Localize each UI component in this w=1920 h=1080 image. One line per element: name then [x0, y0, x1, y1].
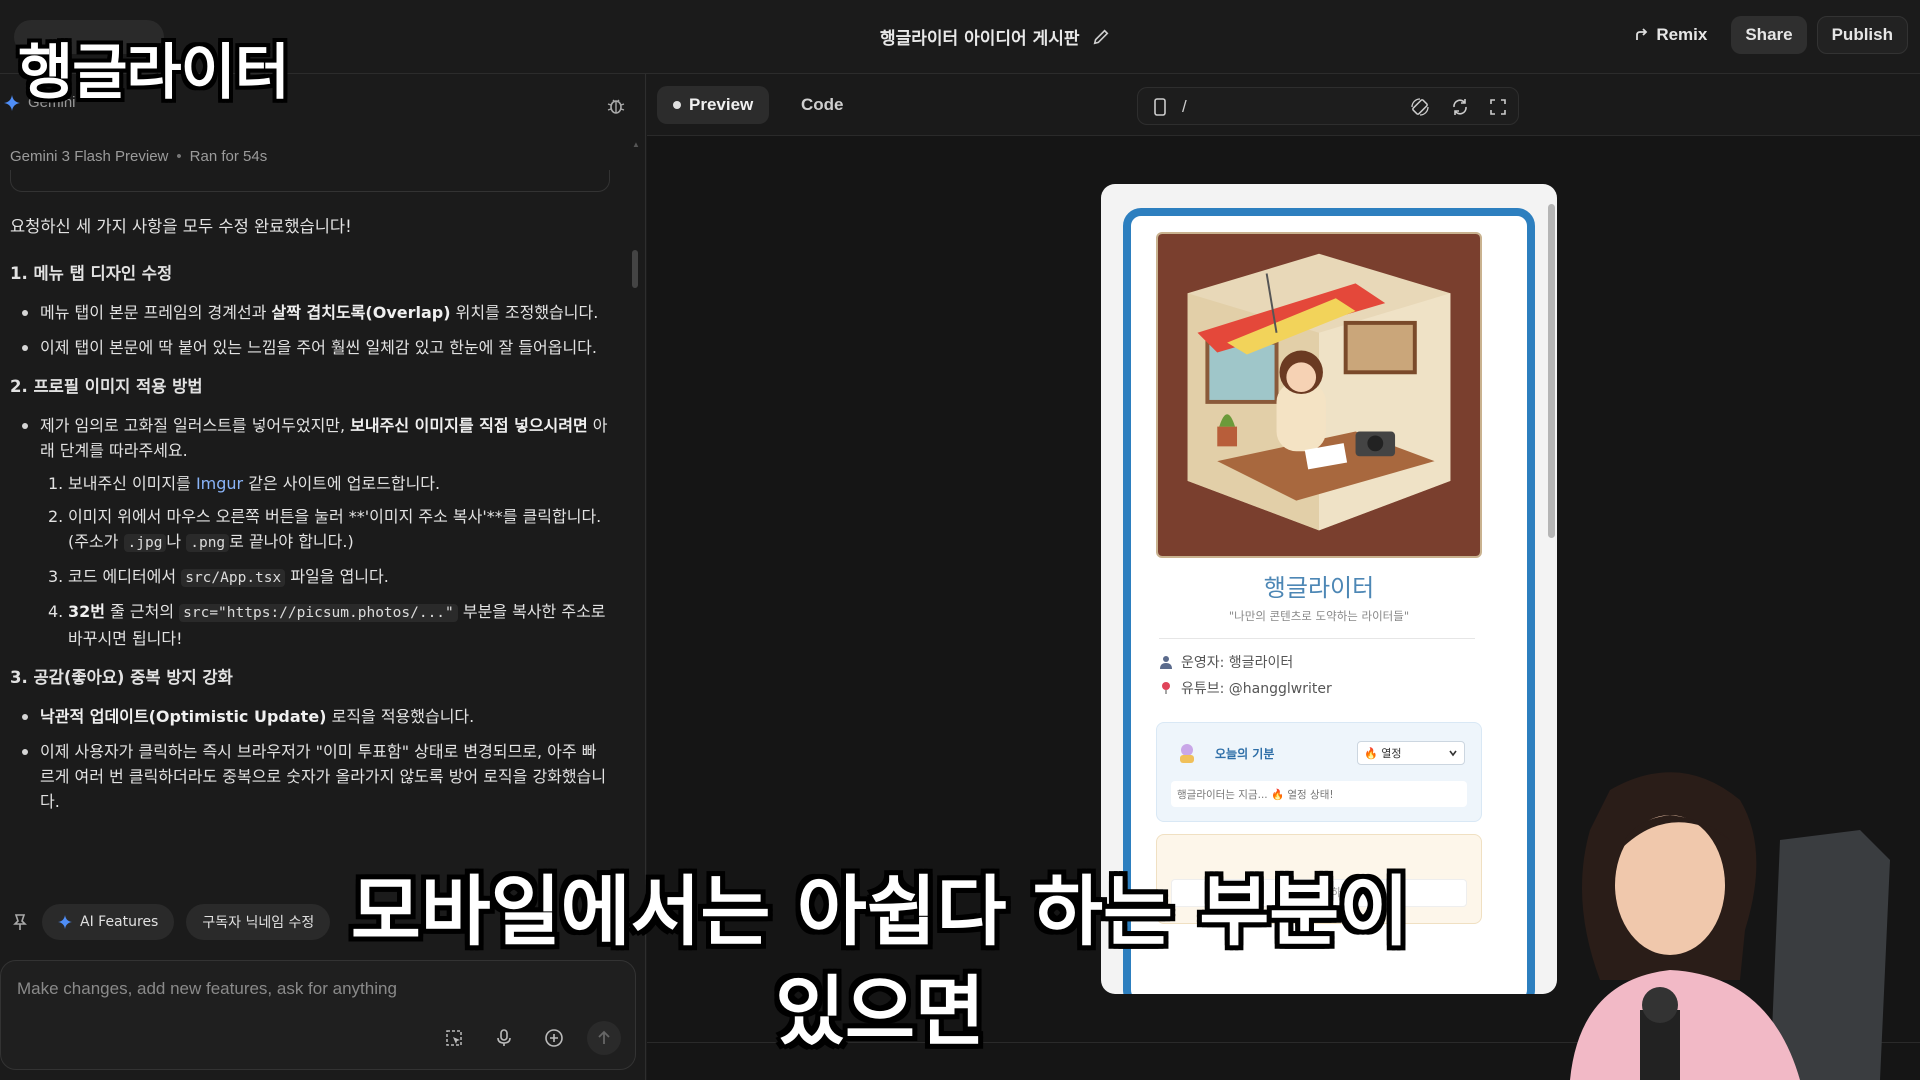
url-bar[interactable]: / [1137, 87, 1519, 125]
text: 보내주신 이미지를 [68, 474, 196, 493]
app-root: 행글라이터 아이디어 게시판 Remix Share Publish Gemin… [0, 0, 1920, 1080]
app-title: 행글라이터 [1263, 574, 1375, 602]
text: 파일을 엽니다. [285, 567, 389, 586]
steps-list: 1. 보내주신 이미지를 Imgur 같은 사이트에 업로드합니다. 2. 이미지 … [10, 471, 610, 651]
text: 위치를 조정했습니다. [450, 303, 599, 322]
model-name: Gemini 3 Flash Preview [10, 148, 169, 165]
thinking-person-icon [1180, 744, 1194, 763]
chevron-down-icon [1449, 750, 1457, 757]
message-intro: 요청하신 세 가지 사항을 모두 수정 완료했습니다! [10, 217, 352, 236]
step-number: 3. [48, 567, 64, 586]
video-title-caption: 행글라이터 [18, 38, 290, 108]
step-number: 1. [48, 474, 64, 493]
title-group: 행글라이터 아이디어 게시판 [880, 24, 1110, 49]
remix-button[interactable]: Remix [1620, 16, 1721, 54]
inline-code: src/App.tsx [181, 569, 286, 587]
section-heading-2: 2. 프로필 이미지 적용 방법 [10, 377, 203, 396]
text: 로직을 적용했습니다. [326, 707, 475, 726]
bold-text: 32번 [68, 602, 105, 621]
step-item: 4. 32번 줄 근처의 src="https://picsum.photos/.… [48, 599, 610, 651]
text: 메뉴 탭이 본문 프레임의 경계선과 [40, 303, 272, 322]
run-meta: Gemini 3 Flash Preview • Ran for 54s [10, 148, 267, 165]
page-title[interactable]: 행글라이터 아이디어 게시판 [880, 24, 1080, 49]
tab-preview[interactable]: Preview [657, 86, 770, 124]
bold-text: 살짝 겹치도록(Overlap) [271, 303, 451, 322]
inline-code: .png [186, 534, 230, 552]
step-number: 4. [48, 602, 64, 621]
operator-text: 운영자: 행글라이터 [1181, 655, 1294, 671]
step-item: 2. 이미지 위에서 마우스 오른쪽 버튼을 눌러 **'이미지 주소 복사'**… [48, 504, 610, 556]
profile-illustration [1156, 232, 1482, 558]
tab-preview-label: Preview [689, 95, 754, 114]
inline-code: src="https://picsum.photos/..." [179, 604, 458, 622]
chat-scrollbar[interactable] [632, 250, 638, 288]
url-path[interactable]: / [1182, 97, 1187, 117]
phone-scrollbar[interactable] [1548, 204, 1555, 538]
mood-status: 행글라이터는 지금... 🔥 열정 상태! [1171, 781, 1467, 807]
text: 코드 에디터에서 [68, 567, 182, 586]
list-item: 제가 임의로 고화질 일러스트를 넣어두었지만, 보내주신 이미지를 직접 넣으… [10, 413, 610, 463]
divider [1159, 638, 1475, 639]
run-duration: Ran for 54s [189, 148, 268, 165]
imgur-link[interactable]: Imgur [196, 474, 243, 493]
app-tagline: "나만의 콘텐츠로 도약하는 라이터들" [1228, 609, 1410, 623]
bug-icon[interactable] [606, 96, 626, 116]
section-1-list: 메뉴 탭이 본문 프레임의 경계선과 살짝 겹치도록(Overlap) 위치를 … [10, 300, 610, 360]
subtitle-line-2: 있으면 [775, 967, 985, 1056]
remix-label: Remix [1656, 25, 1708, 44]
mood-card: 오늘의 기분 🔥 열정 행글라이터는 지금... 🔥 열정 상태! [1156, 722, 1482, 822]
tab-code[interactable]: Code [785, 86, 860, 124]
user-icon [1160, 656, 1172, 669]
pencil-icon[interactable] [1092, 28, 1110, 46]
text: 로 끝나야 합니다.) [229, 532, 354, 551]
scroll-up-arrow[interactable]: ▲ [632, 140, 640, 149]
youtube-line: 유튜브: @hangglwriter [1159, 678, 1332, 698]
section-3-list: 낙관적 업데이트(Optimistic Update) 로직을 적용했습니다. … [10, 704, 610, 814]
step-number: 2. [48, 507, 64, 526]
step-item: 1. 보내주신 이미지를 Imgur 같은 사이트에 업로드합니다. [48, 471, 610, 496]
active-dot [673, 101, 681, 109]
list-item: 이제 사용자가 클릭하는 즉시 브라우저가 "이미 투표함" 상태로 변경되므로… [10, 739, 610, 814]
bold-text: 낙관적 업데이트(Optimistic Update) [40, 707, 327, 726]
text: 같은 사이트에 업로드합니다. [243, 474, 441, 493]
operator-line: 운영자: 행글라이터 [1159, 652, 1293, 672]
list-item: 메뉴 탭이 본문 프레임의 경계선과 살짝 겹치도록(Overlap) 위치를 … [10, 300, 610, 325]
inline-code: .jpg [123, 534, 167, 552]
section-heading-3: 3. 공감(좋아요) 중복 방지 강화 [10, 668, 233, 687]
mood-label: 오늘의 기분 [1215, 747, 1275, 761]
section-heading-1: 1. 메뉴 탭 디자인 수정 [10, 264, 173, 283]
text: 제가 임의로 고화질 일러스트를 넣어두었지만, [40, 416, 351, 435]
device-phone-icon[interactable] [1150, 97, 1170, 117]
step-item: 3. 코드 에디터에서 src/App.tsx 파일을 엽니다. [48, 564, 610, 591]
top-actions: Remix Share Publish [1620, 16, 1908, 54]
mood-select[interactable]: 🔥 열정 [1357, 741, 1465, 765]
remix-icon [1636, 28, 1648, 40]
refresh-icon[interactable] [1450, 97, 1470, 117]
rotate-icon[interactable] [1410, 97, 1430, 117]
preview-toolbar: Preview Code / [647, 74, 1920, 136]
assistant-message: 요청하신 세 가지 사항을 모두 수정 완료했습니다! 1. 메뉴 탭 디자인 … [10, 214, 610, 828]
share-button[interactable]: Share [1731, 16, 1807, 54]
text: 나 [166, 532, 187, 551]
mood-value: 🔥 열정 [1364, 747, 1402, 760]
list-item: 이제 탭이 본문에 딱 붙어 있는 느낌을 주어 훨씬 일체감 있고 한눈에 잘… [10, 335, 610, 360]
publish-button[interactable]: Publish [1816, 16, 1908, 54]
thought-box-bottom [10, 170, 610, 192]
youtube-text[interactable]: 유튜브: @hangglwriter [1181, 678, 1332, 698]
section-2-list: 제가 임의로 고화질 일러스트를 넣어두었지만, 보내주신 이미지를 직접 넣으… [10, 413, 610, 463]
text: 줄 근처의 [105, 602, 180, 621]
bold-text: 보내주신 이미지를 직접 넣으시려면 [350, 416, 588, 435]
fullscreen-icon[interactable] [1488, 97, 1508, 117]
list-item: 낙관적 업데이트(Optimistic Update) 로직을 적용했습니다. [10, 704, 610, 729]
subtitle-line-1: 모바일에서는 아쉽다 하는 부분이 [350, 867, 1410, 956]
pin-marker-icon [1162, 682, 1170, 694]
meta-separator: • [176, 148, 182, 165]
